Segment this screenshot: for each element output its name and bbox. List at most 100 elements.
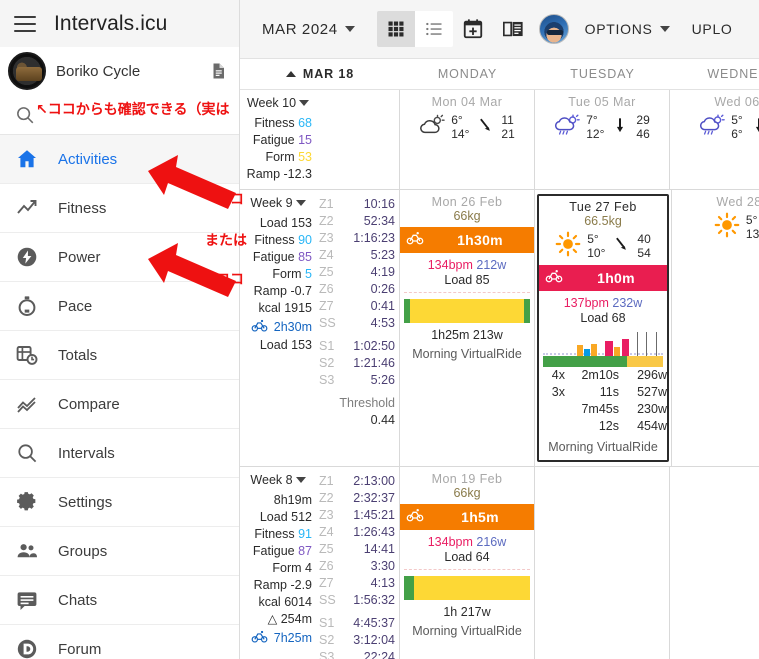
divider [404,292,530,293]
zone-row: Z1 10:16 [319,196,395,213]
bike-icon [406,506,424,529]
sidebar-item-label: Activities [58,150,118,168]
sidebar-item-totals[interactable]: Totals [0,331,239,380]
week-title[interactable]: Week 9 [244,196,312,210]
interval-reps [539,401,565,418]
week-label: Week 9 [250,196,293,210]
sidebar-profile[interactable]: Boriko Cycle [0,47,239,95]
calendar-day-cell[interactable] [535,467,670,659]
list-view-icon[interactable] [414,11,453,47]
month-selector[interactable]: MAR 2024 [262,21,355,38]
calendar-day-cell[interactable]: Wed 28 5°13° [672,190,759,466]
calendar-day-cell[interactable]: Mon 19 Feb 66kg 1h5m 134bpm 216w Load 64 … [400,467,535,659]
rain-cloud-sun-icon [554,113,581,142]
sidebar-item-label: Settings [58,493,113,511]
activity-card[interactable]: 1h0m 137bpm 232w Load 68 4x 2m10s 296w 3 [539,265,667,454]
zone-label: Z1 [319,197,334,211]
search-icon[interactable] [14,104,36,126]
interval-duration: 12s [598,419,619,433]
hamburger-icon[interactable] [14,15,36,32]
zone-time: 0:26 [370,282,395,296]
sidebar-item-pace[interactable]: Pace [0,282,239,331]
week-sport-total: 7h25m [244,628,312,648]
book-icon[interactable] [493,11,533,47]
zone-time: 22:24 [363,650,395,659]
sidebar-item-compare[interactable]: Compare [0,380,239,429]
zone-row: Z2 2:32:37 [319,490,395,507]
sidebar-item-chats[interactable]: Chats [0,576,239,625]
wind-arrow-s [610,114,630,141]
interval-reps: 3x [551,385,565,399]
sidebar-item-power[interactable]: Power [0,233,239,282]
interval-row: 7m45s 230w [539,401,667,418]
zone-label: S1 [319,339,335,353]
sidebar-item-fitness[interactable]: Fitness [0,184,239,233]
week-stat: Ramp -0.7 [253,284,312,298]
activity-header[interactable]: 1h5m [400,504,534,530]
zone-label: Z6 [319,282,334,296]
avatar[interactable] [8,52,46,90]
sidebar-item-forum[interactable]: Forum [0,625,239,659]
calendar-day-cell[interactable]: Tue 05 Mar 7° 12° 29 46 [535,90,670,189]
sidebar-item-intervals[interactable]: Intervals [0,429,239,478]
activity-header[interactable]: 1h0m [539,265,667,291]
grid-view-icon[interactable] [376,11,415,47]
calendar-day-cell[interactable]: Tue 27 Feb 66.5kg 5° 10° 40 54 1h0m 137bpm … [535,190,672,466]
calendar-day-cell[interactable] [670,467,759,659]
weather-row: 7° 12° 29 46 [535,112,669,142]
interval-power: 230w [637,402,667,416]
calendar-toolbar: MAR 2024 OPTIONS UPLO [240,0,759,59]
totals-icon [14,342,40,368]
week-stat: Ramp -12.3 [246,167,312,181]
calendar-header-mar-18[interactable]: MAR 18 [240,59,400,89]
activity-metrics: 137bpm 232w [539,296,667,310]
document-icon[interactable] [209,60,227,82]
sunny-icon [555,231,581,262]
sidebar-item-settings[interactable]: Settings [0,478,239,527]
calendar-day-cell[interactable]: Mon 26 Feb 66kg 1h30m 134bpm 212w Load 85… [400,190,535,466]
search-icon [14,440,40,466]
zone-label: S3 [319,650,335,659]
calendar-add-icon[interactable] [453,11,493,47]
zone-label: Z3 [319,231,334,245]
week-stat: Fatigue 85 [252,250,312,264]
activity-bpm: 134bpm [427,535,473,549]
sidebar-item-label: Groups [58,542,108,560]
zone-label: S1 [319,616,335,630]
sidebar: Intervals.icu Boriko Cycle Activities Fit… [0,0,240,659]
sidebar-item-groups[interactable]: Groups [0,527,239,576]
activity-load: Load 68 [580,311,626,325]
zone-row: SS 4:53 [319,315,395,332]
interval-row: 12s 454w [539,418,667,435]
zone-row: Z7 0:41 [319,298,395,315]
sidebar-item-activities[interactable]: Activities [0,135,239,184]
options-label: OPTIONS [584,21,653,37]
calendar-week-row: Week 8 8h19m Load 512 Fitness 91 Fatigue 87… [240,467,759,659]
partly-cloudy-sun-icon [419,113,445,142]
activity-card[interactable]: 1h30m 134bpm 212w Load 85 1h25m 213w Morn… [400,227,534,361]
week-title[interactable]: Week 10 [244,96,312,110]
zone-row: Z1 2:13:00 [319,473,395,490]
compare-icon [14,391,40,417]
activity-interval-graph [543,331,663,367]
calendar-day-cell[interactable]: Wed 06 5° 6° [670,90,759,189]
sidebar-search[interactable] [0,95,239,135]
athlete-avatar[interactable] [538,14,569,44]
activity-header[interactable]: 1h30m [400,227,534,253]
weather-row: 5°13° [672,212,759,242]
zone-time: 52:34 [363,214,395,228]
week-title[interactable]: Week 8 [244,473,312,487]
activity-card[interactable]: 1h5m 134bpm 216w Load 64 1h 217w Morning … [400,504,534,638]
zone-time: 1:16:23 [353,231,395,245]
upload-button[interactable]: UPLO [692,21,733,37]
activity-duration: 1h30m [457,232,503,248]
week-stat-value: 512 [291,510,312,524]
temperature-values: 6° 14° [451,113,470,141]
day-weight: 66.5kg [584,214,622,228]
options-menu[interactable]: OPTIONS [585,21,670,37]
zone-time: 4:19 [370,265,395,279]
selected-activity-card[interactable]: Tue 27 Feb 66.5kg 5° 10° 40 54 1h0m 137bpm … [537,194,669,462]
week-bike-time: 7h25m [273,631,312,645]
zone-time: 4:45:37 [353,616,395,630]
calendar-day-cell[interactable]: Mon 04 Mar 6° 14° 11 21 [400,90,535,189]
